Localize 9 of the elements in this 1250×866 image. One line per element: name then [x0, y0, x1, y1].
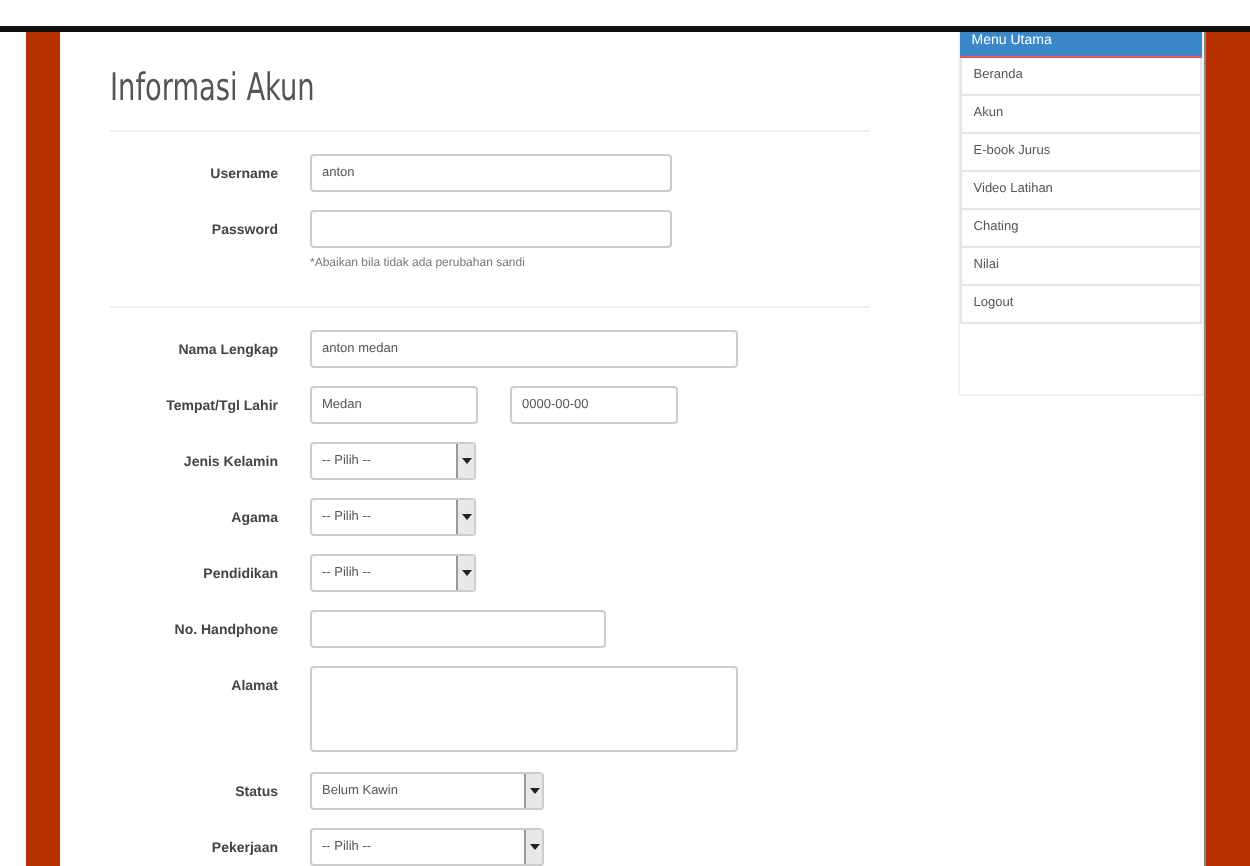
caret-icon [461, 570, 471, 576]
caret-icon [529, 844, 539, 850]
input-field[interactable] [310, 210, 672, 248]
text-area[interactable] [310, 666, 738, 752]
caret-icon [461, 514, 471, 520]
page-title: Informasi Akun [110, 66, 317, 110]
caret-icon [461, 458, 471, 464]
input-field[interactable] [310, 610, 606, 648]
caret-icon [529, 788, 539, 794]
